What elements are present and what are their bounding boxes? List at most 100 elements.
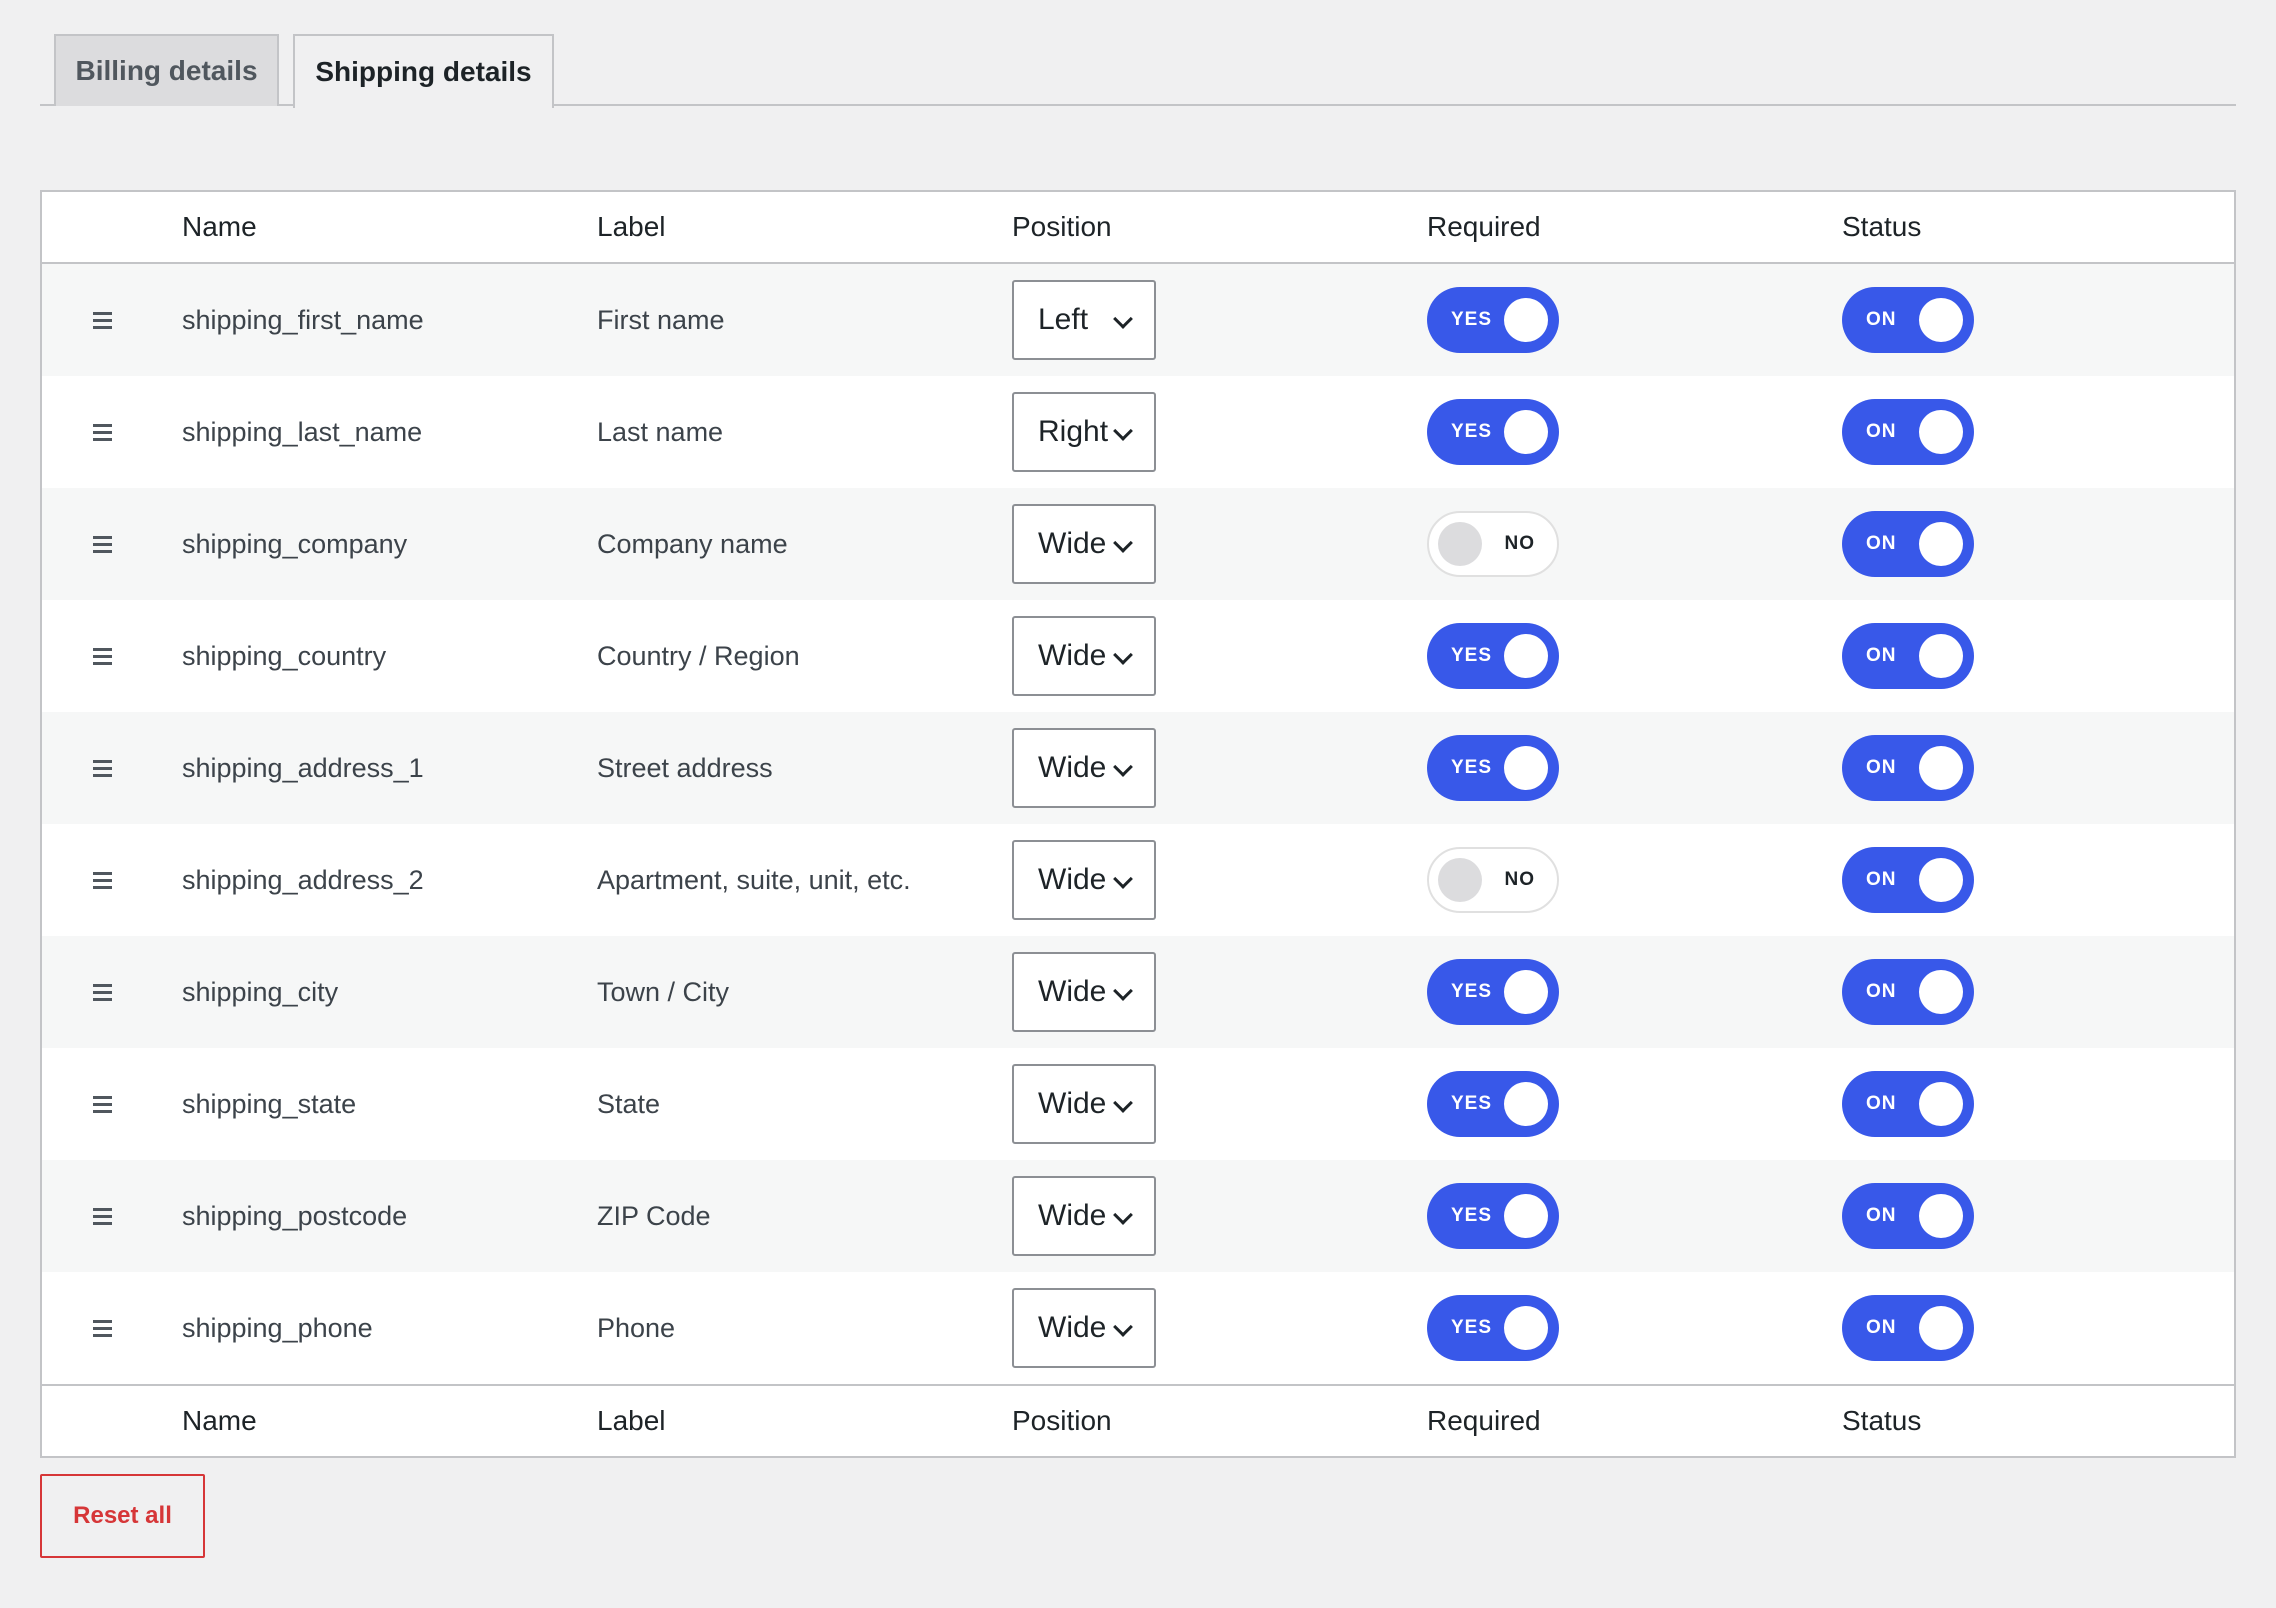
table-header: Name Label Position Required Status (42, 192, 2234, 264)
required-toggle[interactable]: YES (1427, 287, 1559, 353)
position-value: Wide (1038, 527, 1107, 560)
toggle-knob (1504, 1306, 1548, 1350)
position-cell: Wide (1012, 824, 1156, 936)
status-toggle-label: ON (1866, 1317, 1897, 1338)
chevron-down-icon (1113, 1317, 1133, 1337)
chevron-down-icon (1113, 421, 1133, 441)
footer-label: Label (597, 1405, 666, 1436)
required-cell: YES (1427, 600, 1559, 712)
drag-handle-icon[interactable] (92, 488, 112, 600)
position-select[interactable]: Wide (1012, 840, 1156, 920)
drag-handle-icon[interactable] (92, 1160, 112, 1272)
chevron-down-icon (1113, 869, 1133, 889)
header-status: Status (1842, 211, 1922, 242)
position-value: Right (1038, 415, 1109, 448)
field-label: First name (597, 304, 725, 335)
required-toggle[interactable]: YES (1427, 623, 1559, 689)
position-value: Wide (1038, 975, 1107, 1008)
drag-handle-icon[interactable] (92, 264, 112, 376)
header-position: Position (1012, 211, 1112, 242)
position-select[interactable]: Left (1012, 280, 1156, 360)
drag-handle-icon[interactable] (92, 1048, 112, 1160)
toggle-knob (1919, 1194, 1963, 1238)
required-toggle[interactable]: YES (1427, 959, 1559, 1025)
header-required: Required (1427, 211, 1541, 242)
required-toggle-label: YES (1451, 1093, 1493, 1114)
required-toggle[interactable]: YES (1427, 735, 1559, 801)
required-toggle[interactable]: YES (1427, 1183, 1559, 1249)
position-select[interactable]: Wide (1012, 616, 1156, 696)
position-value: Left (1038, 303, 1089, 336)
status-toggle[interactable]: ON (1842, 735, 1974, 801)
status-toggle[interactable]: ON (1842, 399, 1974, 465)
status-toggle-label: ON (1866, 981, 1897, 1002)
status-toggle[interactable]: ON (1842, 287, 1974, 353)
position-select[interactable]: Wide (1012, 1288, 1156, 1368)
position-select[interactable]: Wide (1012, 1176, 1156, 1256)
position-cell: Wide (1012, 712, 1156, 824)
status-toggle[interactable]: ON (1842, 511, 1974, 577)
status-cell: ON (1842, 1048, 1974, 1160)
status-cell: ON (1842, 376, 1974, 488)
chevron-down-icon (1113, 533, 1133, 553)
field-label: Company name (597, 528, 788, 559)
required-toggle[interactable]: YES (1427, 399, 1559, 465)
tab-billing-details[interactable]: Billing details (54, 34, 279, 106)
table-row: shipping_company Company name Wide NO ON (42, 488, 2234, 600)
required-toggle-label: NO (1504, 533, 1535, 554)
status-toggle[interactable]: ON (1842, 1295, 1974, 1361)
status-toggle[interactable]: ON (1842, 847, 1974, 913)
drag-handle-icon[interactable] (92, 1272, 112, 1384)
required-toggle-label: YES (1451, 1205, 1493, 1226)
position-select[interactable]: Right (1012, 392, 1156, 472)
toggle-knob (1504, 410, 1548, 454)
position-cell: Wide (1012, 600, 1156, 712)
field-label: Apartment, suite, unit, etc. (597, 864, 911, 895)
position-cell: Wide (1012, 936, 1156, 1048)
status-cell: ON (1842, 936, 1974, 1048)
position-select[interactable]: Wide (1012, 504, 1156, 584)
status-toggle[interactable]: ON (1842, 1071, 1974, 1137)
fields-editor: Billing details Shipping details Name La… (40, 34, 2236, 1558)
drag-handle-icon[interactable] (92, 712, 112, 824)
required-cell: NO (1427, 488, 1559, 600)
drag-handle-icon[interactable] (92, 376, 112, 488)
toggle-knob (1919, 746, 1963, 790)
chevron-down-icon (1113, 309, 1133, 329)
status-cell: ON (1842, 1272, 1974, 1384)
field-label: Country / Region (597, 640, 800, 671)
status-cell: ON (1842, 824, 1974, 936)
required-cell: YES (1427, 1272, 1559, 1384)
position-select[interactable]: Wide (1012, 728, 1156, 808)
drag-handle-icon[interactable] (92, 824, 112, 936)
position-select[interactable]: Wide (1012, 952, 1156, 1032)
drag-handle-icon[interactable] (92, 936, 112, 1048)
position-select[interactable]: Wide (1012, 1064, 1156, 1144)
toggle-knob (1919, 1082, 1963, 1126)
table-row: shipping_last_name Last name Right YES O… (42, 376, 2234, 488)
required-cell: YES (1427, 1048, 1559, 1160)
tab-shipping-details[interactable]: Shipping details (293, 34, 554, 108)
required-toggle-label: YES (1451, 981, 1493, 1002)
fields-table: Name Label Position Required Status ship… (40, 190, 2236, 1458)
status-toggle-label: ON (1866, 869, 1897, 890)
field-name: shipping_country (182, 640, 387, 671)
status-toggle[interactable]: ON (1842, 1183, 1974, 1249)
required-toggle[interactable]: YES (1427, 1071, 1559, 1137)
reset-all-button[interactable]: Reset all (40, 1474, 205, 1558)
header-name: Name (182, 211, 257, 242)
status-cell: ON (1842, 600, 1974, 712)
status-toggle[interactable]: ON (1842, 959, 1974, 1025)
status-toggle-label: ON (1866, 309, 1897, 330)
required-toggle[interactable]: NO (1427, 511, 1559, 577)
status-toggle[interactable]: ON (1842, 623, 1974, 689)
drag-handle-icon[interactable] (92, 600, 112, 712)
required-toggle[interactable]: NO (1427, 847, 1559, 913)
field-label: Street address (597, 752, 773, 783)
position-value: Wide (1038, 1087, 1107, 1120)
status-toggle-label: ON (1866, 757, 1897, 778)
position-cell: Wide (1012, 1272, 1156, 1384)
required-toggle[interactable]: YES (1427, 1295, 1559, 1361)
required-cell: YES (1427, 264, 1559, 376)
field-name: shipping_address_1 (182, 752, 424, 783)
